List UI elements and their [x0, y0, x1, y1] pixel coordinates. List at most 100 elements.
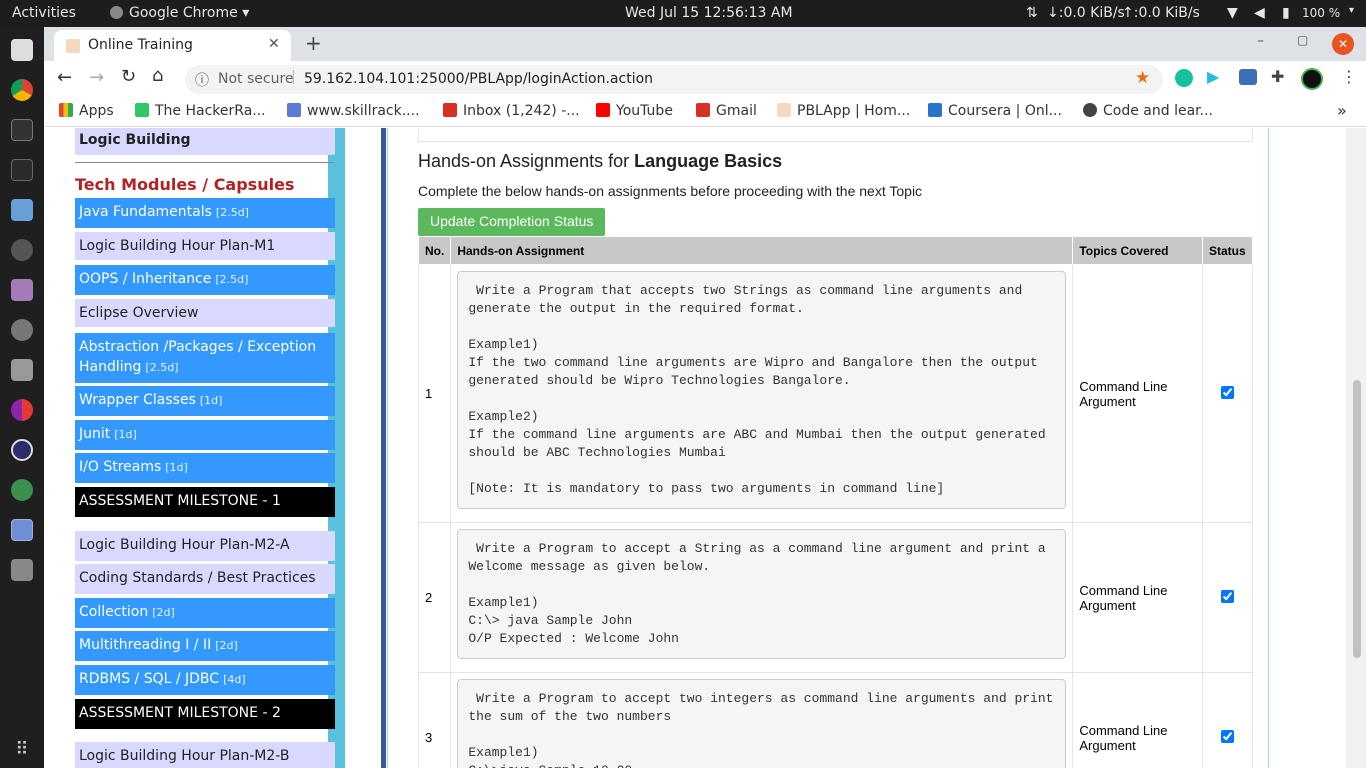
chrome-dock-icon[interactable] [11, 79, 33, 101]
col-assignment: Hands-on Assignment [450, 236, 1074, 265]
col-no: No. [417, 236, 452, 265]
sidebar-item-14[interactable]: ASSESSMENT MILESTONE - 2 [75, 699, 335, 729]
row-number: 3 [417, 672, 452, 768]
sidebar-item-label: Logic Building Hour Plan-M1 [79, 238, 276, 254]
clock[interactable]: Wed Jul 15 12:56:13 AM [625, 5, 793, 21]
files-icon[interactable] [11, 39, 33, 61]
show-apps-icon[interactable]: ⠿ [11, 739, 33, 761]
gmail-icon [443, 103, 457, 117]
info-icon[interactable]: ⓘ [195, 70, 209, 90]
puzzle-extensions-icon[interactable]: ✚ [1271, 67, 1284, 86]
section-title: Tech Modules / Capsules [75, 175, 295, 194]
volume-icon[interactable]: ◀ [1254, 5, 1265, 21]
sidebar-item-label: Abstraction /Packages / Exception Handli… [79, 339, 317, 375]
bookmark-gmail[interactable]: Gmail [696, 103, 757, 119]
heading-topic: Language Basics [634, 151, 783, 171]
storage-icon[interactable] [11, 559, 33, 581]
sidebar-item-label: ASSESSMENT MILESTONE - 1 [79, 493, 281, 509]
bookmark-coursera[interactable]: Coursera | Onl... [928, 103, 1062, 119]
sidebar-item-duration: [2.5d] [215, 206, 249, 219]
left-navigation: Logic Building Tech Modules / Capsules J… [44, 128, 345, 768]
reload-icon[interactable]: ↻ [121, 66, 136, 87]
sidebar-item-13[interactable]: RDBMS / SQL / JDBC [4d] [75, 665, 335, 695]
forward-icon[interactable]: → [89, 67, 104, 88]
table-header-row: No. Hands-on Assignment Topics Covered S… [417, 236, 1254, 265]
tab-online-training[interactable]: Online Training ✕ [54, 30, 291, 61]
sidebar-item-label: RDBMS / SQL / JDBC [79, 671, 220, 687]
close-tab-icon[interactable]: ✕ [268, 36, 280, 52]
sidebar-item-label: Collection [79, 604, 149, 620]
assignments-body: 1 Write a Program that accepts two Strin… [417, 264, 1254, 768]
minimize-button[interactable]: – [1257, 33, 1264, 49]
scrollbar-thumb[interactable] [1353, 380, 1361, 658]
battery-icon[interactable]: ▮ [1282, 5, 1290, 21]
bookmark-hackerrank[interactable]: The HackerRa... [135, 103, 266, 119]
sidebar-item-3[interactable]: Eclipse Overview [75, 299, 335, 327]
color-picker-icon[interactable] [11, 399, 33, 421]
url-text[interactable]: 59.162.104.101:25000/PBLApp/loginAction.… [304, 71, 653, 87]
browser-window: Online Training ✕ + – ▢ ✕ ← → ↻ ⌂ ⓘ Not … [44, 27, 1366, 768]
row-number: 1 [417, 264, 452, 523]
new-tab-button[interactable]: + [305, 31, 322, 55]
sidebar-item-9[interactable]: Logic Building Hour Plan-M2-A [75, 531, 335, 561]
sidebar-item-10[interactable]: Coding Standards / Best Practices [75, 564, 335, 594]
page-subtitle: Complete the below hands-on assignments … [418, 183, 923, 199]
close-window-button[interactable]: ✕ [1332, 33, 1354, 55]
sidebar-item-11[interactable]: Collection [2d] [75, 598, 335, 628]
sidebar-item-15[interactable]: Logic Building Hour Plan-M2-B [75, 742, 335, 768]
sidebar-item-label: Multithreading I / II [79, 637, 212, 653]
bookmark-star-icon[interactable]: ★ [1135, 68, 1150, 88]
sidebar-item-0[interactable]: Java Fundamentals [2.5d] [75, 198, 335, 228]
play-extension-icon[interactable]: ▶ [1207, 67, 1219, 86]
status-cell [1201, 264, 1254, 523]
wifi-icon[interactable]: ▼ [1227, 5, 1238, 21]
status-checkbox[interactable] [1220, 589, 1234, 603]
bookmark-apps[interactable]: Apps [59, 103, 114, 119]
table-row: 1 Write a Program that accepts two Strin… [417, 264, 1254, 523]
bookmark-code[interactable]: Code and lear... [1083, 103, 1213, 119]
sidebar-item-12[interactable]: Multithreading I / II [2d] [75, 631, 335, 661]
bookmark-label: Apps [79, 103, 114, 119]
app-menu[interactable]: Google Chrome ▾ [110, 5, 249, 21]
sidebar-item-logic-building[interactable]: Logic Building [75, 128, 335, 155]
terminal-icon[interactable] [11, 159, 33, 181]
app-icon[interactable] [11, 479, 33, 501]
disks-icon[interactable] [11, 359, 33, 381]
system-menu-icon[interactable]: ▾ [1349, 5, 1354, 16]
extension-icon[interactable] [1239, 69, 1257, 85]
sidebar-item-6[interactable]: Junit [1d] [75, 420, 335, 450]
back-icon[interactable]: ← [57, 67, 72, 88]
sidebar-item-duration: [2d] [152, 606, 175, 619]
bookmarks-overflow-icon[interactable]: » [1337, 101, 1347, 120]
sidebar-item-7[interactable]: I/O Streams [1d] [75, 453, 335, 483]
screen-capture-icon[interactable] [11, 519, 33, 541]
grammarly-icon[interactable] [1175, 69, 1193, 87]
software-icon[interactable] [11, 319, 33, 341]
net-down: ↓:0.0 KiB/s [1047, 5, 1125, 21]
sidebar-item-8[interactable]: ASSESSMENT MILESTONE - 1 [75, 487, 335, 517]
sidebar-item-4[interactable]: Abstraction /Packages / Exception Handli… [75, 333, 335, 383]
address-bar[interactable]: ⓘ Not secure | 59.162.104.101:25000/PBLA… [185, 65, 1163, 94]
status-checkbox[interactable] [1220, 385, 1234, 399]
activities-button[interactable]: Activities [12, 5, 76, 21]
bookmark-pblapp[interactable]: PBLApp | Hom... [777, 103, 910, 119]
system-monitor-icon[interactable] [11, 119, 33, 141]
sidebar-item-2[interactable]: OOPS / Inheritance [2.5d] [75, 265, 335, 295]
bookmark-inbox[interactable]: Inbox (1,242) -... [443, 103, 580, 119]
sidebar-item-5[interactable]: Wrapper Classes [1d] [75, 386, 335, 416]
menu-icon[interactable]: ⋮ [1341, 67, 1357, 86]
sidebar-item-label: Logic Building Hour Plan-M2-B [79, 748, 290, 764]
maximize-button[interactable]: ▢ [1297, 33, 1308, 47]
topics-cell: Command Line Argument [1072, 522, 1203, 673]
bookmark-youtube[interactable]: YouTube [596, 103, 673, 119]
settings-icon[interactable] [11, 239, 33, 261]
status-checkbox[interactable] [1220, 729, 1234, 743]
profile-avatar[interactable] [1301, 68, 1323, 90]
eclipse-icon[interactable] [11, 439, 33, 461]
tweaks-icon[interactable] [11, 279, 33, 301]
bookmark-skillrack[interactable]: www.skillrack.... [287, 103, 420, 119]
update-completion-button[interactable]: Update Completion Status [418, 208, 606, 236]
home-icon[interactable]: ⌂ [152, 65, 163, 86]
screenshot-icon[interactable] [11, 199, 33, 221]
sidebar-item-1[interactable]: Logic Building Hour Plan-M1 [75, 232, 335, 260]
